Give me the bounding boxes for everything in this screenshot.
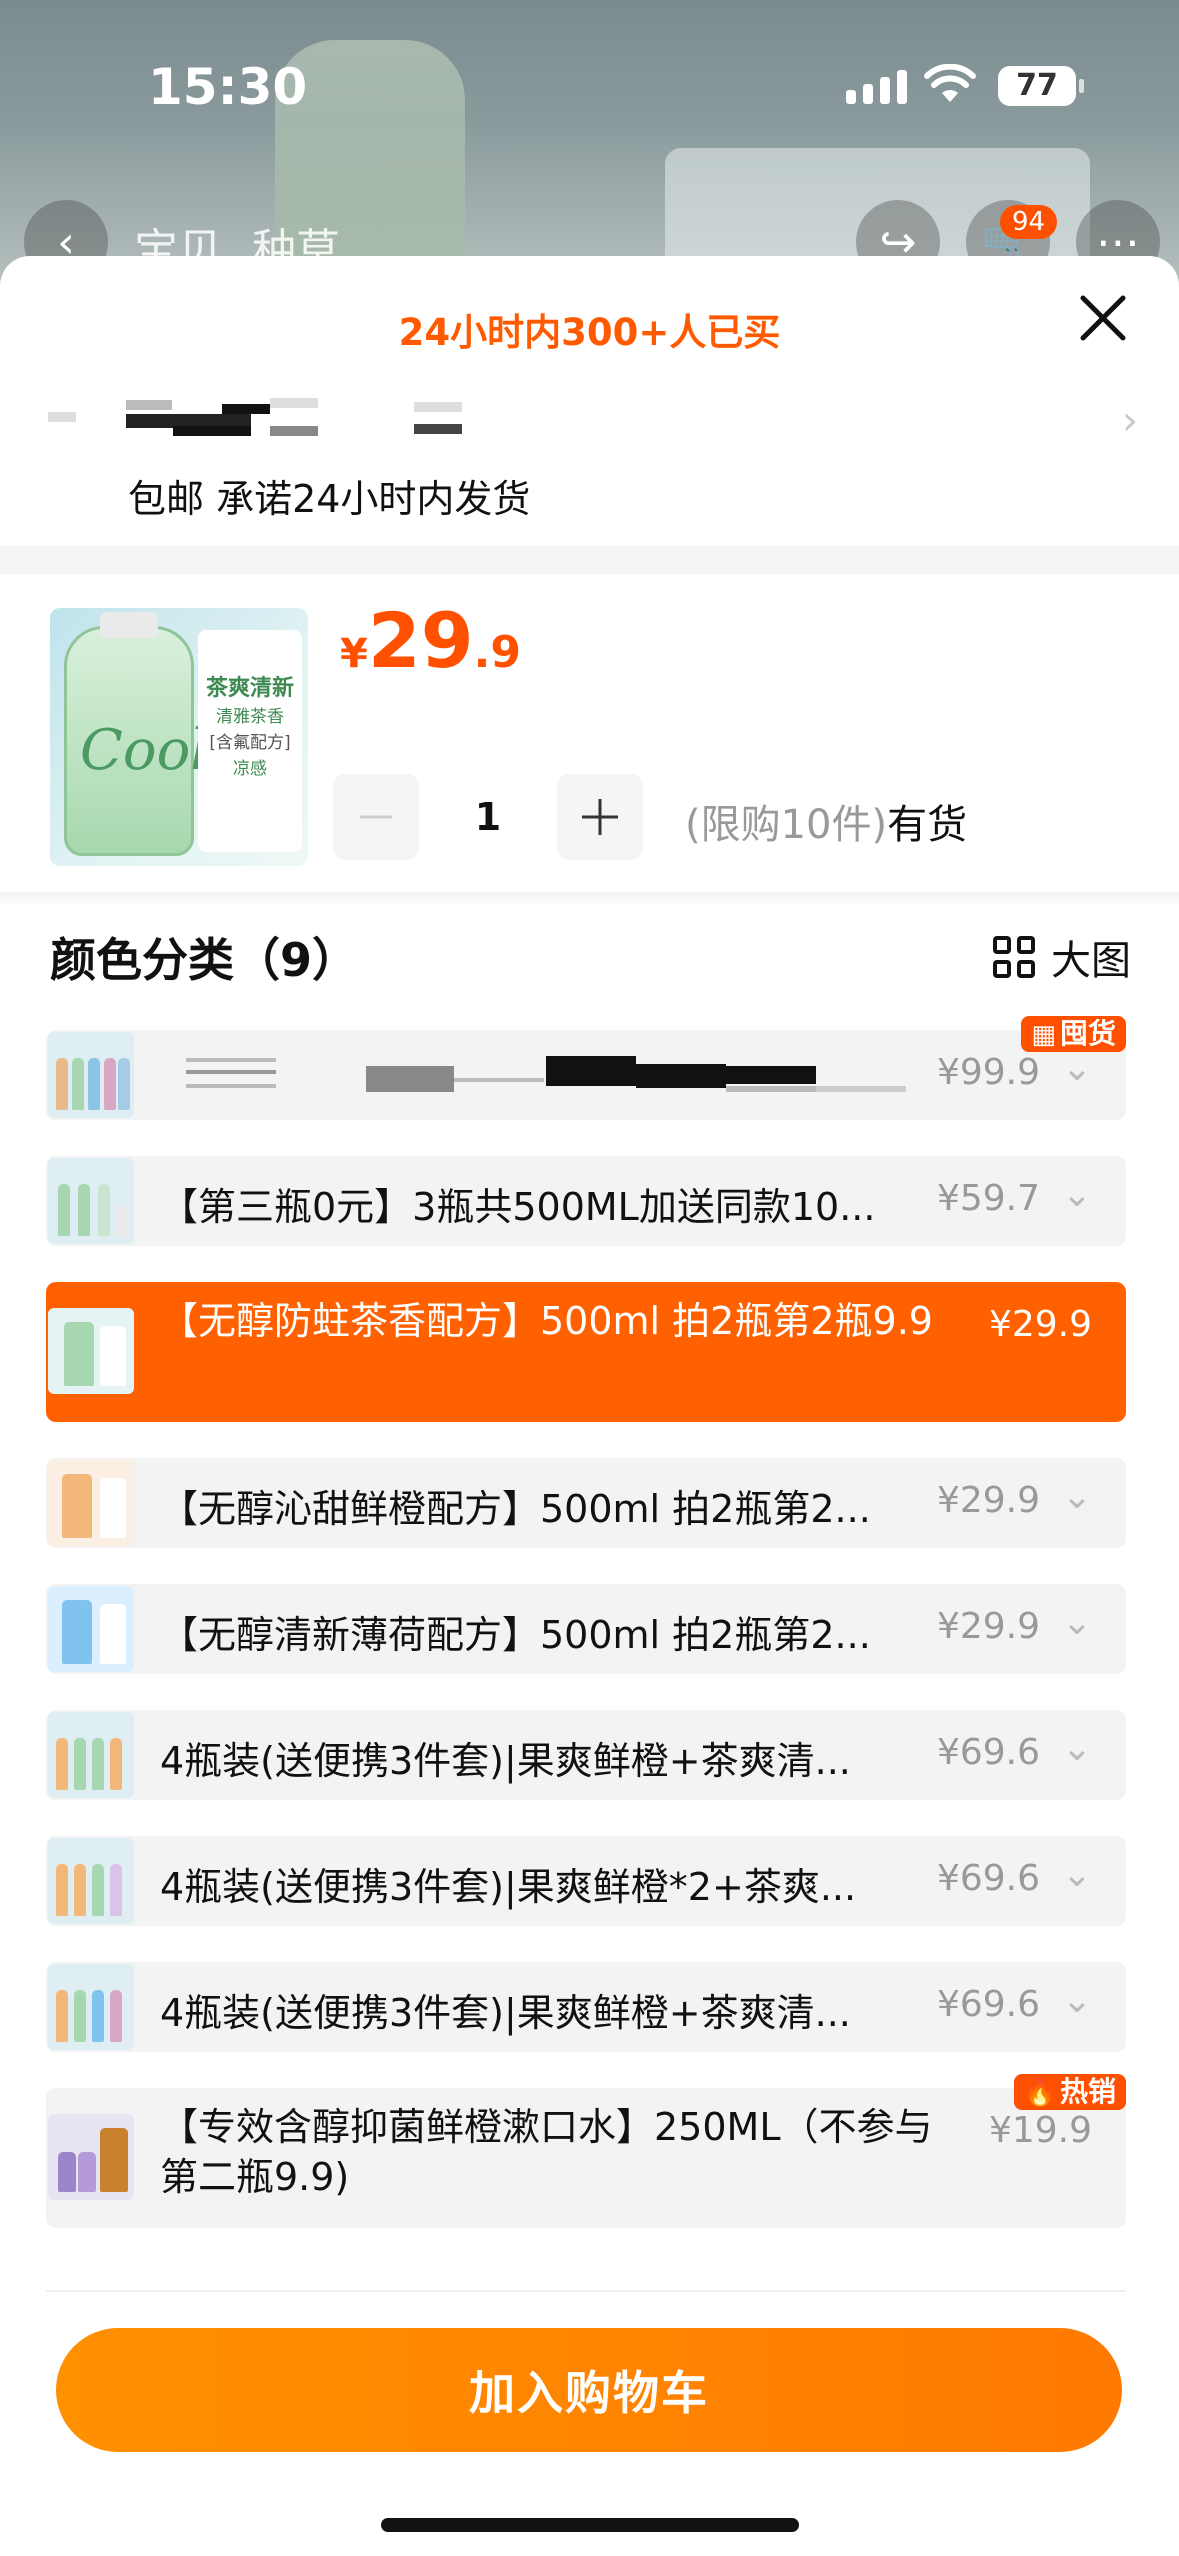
option-label: 4瓶装(送便携3件套)|果爽鲜橙+茶爽清...	[160, 1991, 851, 2035]
status-time: 15:30	[148, 58, 308, 116]
option-label-redacted	[186, 1056, 966, 1096]
quantity-stepper: 1	[333, 774, 643, 860]
chevron-down-icon[interactable]: ⌄	[1062, 1728, 1092, 1769]
sales-notice: 24小时内300+人已买	[398, 311, 781, 354]
big-picture-label: 大图	[1051, 938, 1131, 984]
quantity-value[interactable]: 1	[419, 795, 557, 839]
product-thumbnail[interactable]: Cool 茶爽清新 清雅茶香 [含氟配方] 凉感	[50, 608, 308, 866]
sku-option[interactable]: 4瓶装(送便携3件套)|果爽鲜橙*2+茶爽... ¥69.6 ⌄	[46, 1836, 1126, 1926]
option-price: ¥29.9	[936, 1606, 1040, 1647]
status-bar: 15:30 77	[0, 0, 1179, 150]
thumb-cool-text: Cool	[80, 718, 209, 783]
close-button[interactable]	[1071, 286, 1135, 350]
badge-label: 热销	[1059, 2075, 1116, 2108]
product-summary: Cool 茶爽清新 清雅茶香 [含氟配方] 凉感 ¥29.9 1 (限购10件)…	[0, 574, 1179, 892]
option-label: 【无醇沁甜鲜橙配方】500ml 拍2瓶第2...	[160, 1487, 871, 1531]
cellular-signal-icon	[846, 70, 907, 104]
section-title: 颜色分类（9）	[50, 933, 359, 987]
option-price: ¥29.9	[988, 1304, 1092, 1345]
grid-icon	[993, 936, 1035, 978]
option-label: 【无醇清新薄荷配方】500ml 拍2瓶第2...	[160, 1613, 871, 1657]
sku-option[interactable]: 【无醇沁甜鲜橙配方】500ml 拍2瓶第2... ¥29.9 ⌄	[46, 1458, 1126, 1548]
option-thumbnail	[48, 1308, 134, 1394]
option-label: 4瓶装(送便携3件套)|果爽鲜橙+茶爽清...	[160, 1739, 851, 1783]
flame-icon: 🔥	[1023, 2078, 1056, 2108]
add-to-cart-button[interactable]: 加入购物车	[56, 2328, 1122, 2452]
price-integer: 29	[367, 596, 474, 685]
thumb-info-card: 茶爽清新 清雅茶香 [含氟配方] 凉感	[198, 630, 302, 852]
hot-sale-badge: 🔥 热销	[1013, 2074, 1126, 2110]
stock-info: (限购10件)有货	[685, 792, 967, 850]
option-thumbnail	[48, 1712, 134, 1798]
option-label: 【专效含醇抑菌鲜橙漱口水】250ML（不参与第二瓶9.9)	[160, 2105, 933, 2199]
bottle-cap-graphic	[100, 612, 158, 638]
increment-button[interactable]	[557, 774, 643, 860]
sku-option[interactable]: 【第三瓶0元】3瓶共500ML加送同款10... ¥59.7 ⌄	[46, 1156, 1126, 1246]
grid-badge-icon: ▦	[1031, 1020, 1056, 1050]
thumb-text-2: 清雅茶香	[216, 707, 284, 727]
thumb-text-1: 茶爽清新	[205, 676, 294, 701]
wifi-icon	[924, 64, 976, 102]
option-thumbnail	[48, 1586, 134, 1672]
big-picture-toggle[interactable]: 大图	[993, 928, 1131, 986]
plus-icon	[582, 799, 618, 835]
option-thumbnail	[48, 1158, 134, 1244]
chevron-down-icon[interactable]: ⌄	[1062, 1980, 1092, 2021]
option-price: ¥29.9	[936, 1480, 1040, 1521]
chevron-down-icon[interactable]: ⌄	[1062, 1476, 1092, 1517]
stock-status: 有货	[887, 802, 968, 848]
thumb-text-4: 凉感	[233, 759, 267, 779]
currency-symbol: ¥	[340, 631, 368, 677]
footer-divider	[46, 2290, 1126, 2292]
option-price: ¥69.6	[936, 1858, 1040, 1899]
option-thumbnail	[48, 1838, 134, 1924]
address-row-redacted[interactable]: ›	[48, 390, 1138, 450]
battery-icon: 77	[998, 66, 1084, 106]
chevron-down-icon[interactable]: ⌄	[1062, 1854, 1092, 1895]
home-indicator	[381, 2518, 799, 2532]
option-price: ¥59.7	[936, 1178, 1040, 1219]
cart-count-badge: 94	[1000, 205, 1058, 239]
sku-option[interactable]: ¥99.9 ⌄ ▦ 囤货	[46, 1016, 1126, 1120]
chevron-right-icon: ›	[1122, 398, 1138, 444]
section-divider	[0, 892, 1179, 906]
sku-option[interactable]: 4瓶装(送便携3件套)|果爽鲜橙+茶爽清... ¥69.6 ⌄	[46, 1962, 1126, 2052]
option-label: 【无醇防蛀茶香配方】500ml 拍2瓶第2瓶9.9	[160, 1299, 933, 1343]
price-decimal: .9	[473, 627, 521, 678]
chevron-down-icon[interactable]: ⌄	[1062, 1048, 1092, 1089]
product-price: ¥29.9	[340, 596, 521, 685]
option-thumbnail	[48, 1032, 134, 1118]
purchase-limit: (限购10件)	[685, 802, 888, 848]
chevron-down-icon[interactable]: ⌄	[1062, 1602, 1092, 1643]
option-price: ¥99.9	[936, 1052, 1040, 1093]
sku-option[interactable]: 【无醇清新薄荷配方】500ml 拍2瓶第2... ¥29.9 ⌄	[46, 1584, 1126, 1674]
minus-icon	[360, 815, 392, 819]
option-price: ¥69.6	[936, 1732, 1040, 1773]
option-price: ¥69.6	[936, 1984, 1040, 2025]
option-thumbnail	[48, 2114, 134, 2200]
option-label: 4瓶装(送便携3件套)|果爽鲜橙*2+茶爽...	[160, 1865, 857, 1909]
thumb-text-3: [含氟配方]	[209, 733, 291, 753]
option-thumbnail	[48, 1964, 134, 2050]
close-icon	[1080, 295, 1126, 341]
divider	[0, 546, 1179, 574]
badge-label: 囤货	[1059, 1017, 1116, 1050]
sku-option[interactable]: 4瓶装(送便携3件套)|果爽鲜橙+茶爽清... ¥69.6 ⌄	[46, 1710, 1126, 1800]
option-thumbnail	[48, 1460, 134, 1546]
stockup-badge: ▦ 囤货	[1021, 1016, 1126, 1052]
option-price: ¥19.9	[988, 2110, 1092, 2151]
chevron-down-icon[interactable]: ⌄	[1062, 1174, 1092, 1215]
sku-option-selected[interactable]: 【无醇防蛀茶香配方】500ml 拍2瓶第2瓶9.9 ¥29.9	[46, 1282, 1126, 1422]
sku-option[interactable]: 【专效含醇抑菌鲜橙漱口水】250ML（不参与第二瓶9.9) ¥19.9 🔥 热销	[46, 2074, 1126, 2228]
decrement-button[interactable]	[333, 774, 419, 860]
shipping-info: 包邮 承诺24小时内发货	[128, 477, 531, 521]
option-label: 【第三瓶0元】3瓶共500ML加送同款10...	[160, 1185, 876, 1229]
